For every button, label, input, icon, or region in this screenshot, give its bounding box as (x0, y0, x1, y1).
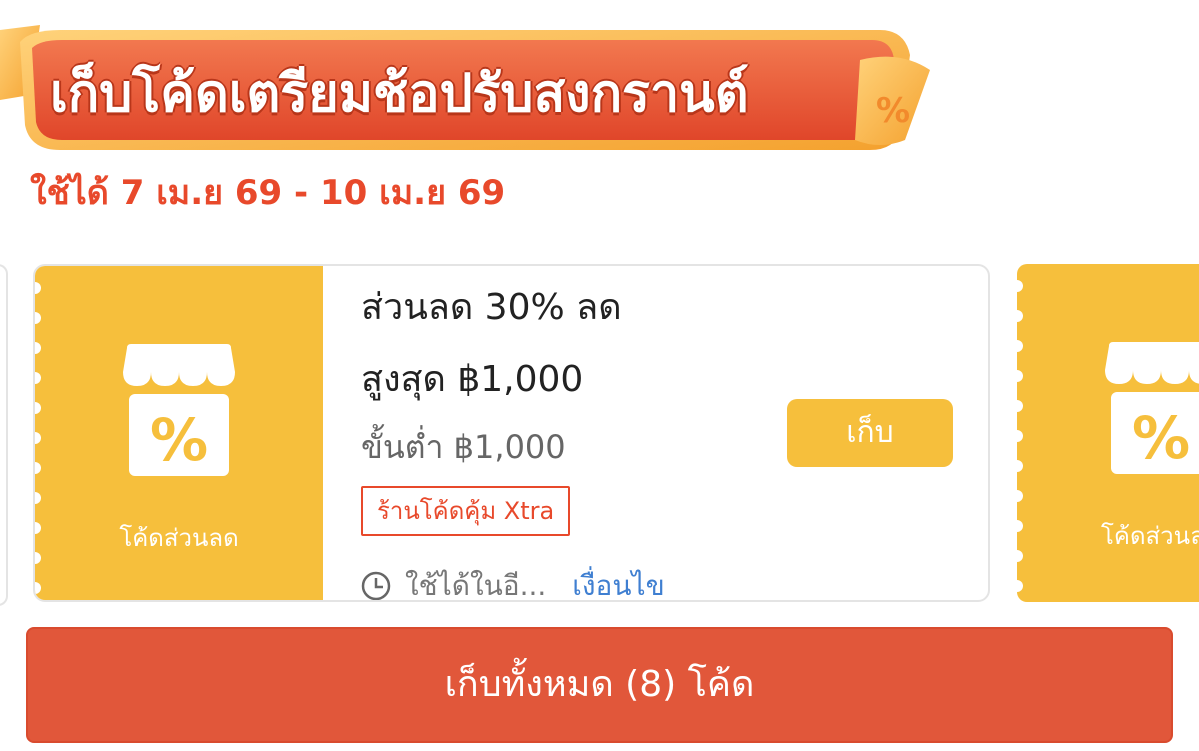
voucher-validity: ใช้ได้ในอี... เงื่อนไข (361, 564, 665, 602)
voucher-card: % โค้ดส่วนลด ส่วนลด 30% ลด สูงสุด ฿1,000… (33, 264, 990, 602)
voucher-stub: % โค้ดส่วนลด (35, 266, 323, 600)
conditions-link[interactable]: เงื่อนไข (572, 564, 664, 600)
voucher-stub-label: โค้ดส่วนลด (119, 524, 239, 552)
collect-all-button[interactable]: เก็บทั้งหมด (8) โค้ด (26, 627, 1173, 743)
svg-text:%: % (1132, 404, 1190, 472)
voucher-min-spend: ขั้นต่ำ ฿1,000 (361, 428, 566, 466)
svg-text:%: % (150, 406, 208, 474)
prev-voucher-peek[interactable] (0, 264, 8, 606)
voucher-title-line2: สูงสุด ฿1,000 (361, 359, 584, 400)
promo-banner: % เก็บโค้ดเตรียมช้อปรับสงกรานต์ (0, 0, 960, 160)
next-voucher-stub-label: โค้ดส่วนล (1101, 522, 1199, 550)
svg-text:%: % (876, 91, 910, 131)
date-range: ใช้ได้ 7 เม.ย 69 - 10 เม.ย 69 (30, 173, 506, 213)
collect-voucher-button[interactable]: เก็บ (787, 399, 953, 467)
next-voucher-peek[interactable]: % โค้ดส่วนล (1017, 264, 1199, 602)
banner-title: เก็บโค้ดเตรียมช้อปรับสงกรานต์ (50, 64, 749, 124)
voucher-tag: ร้านโค้ดคุ้ม Xtra (361, 486, 571, 536)
shop-discount-icon: % (123, 344, 235, 476)
shop-discount-icon: % (1105, 342, 1199, 474)
clock-icon (361, 571, 391, 600)
validity-text: ใช้ได้ในอี... (405, 569, 547, 602)
voucher-title-line1: ส่วนลด 30% ลด (361, 287, 622, 328)
perforation-edge (1017, 280, 1023, 592)
